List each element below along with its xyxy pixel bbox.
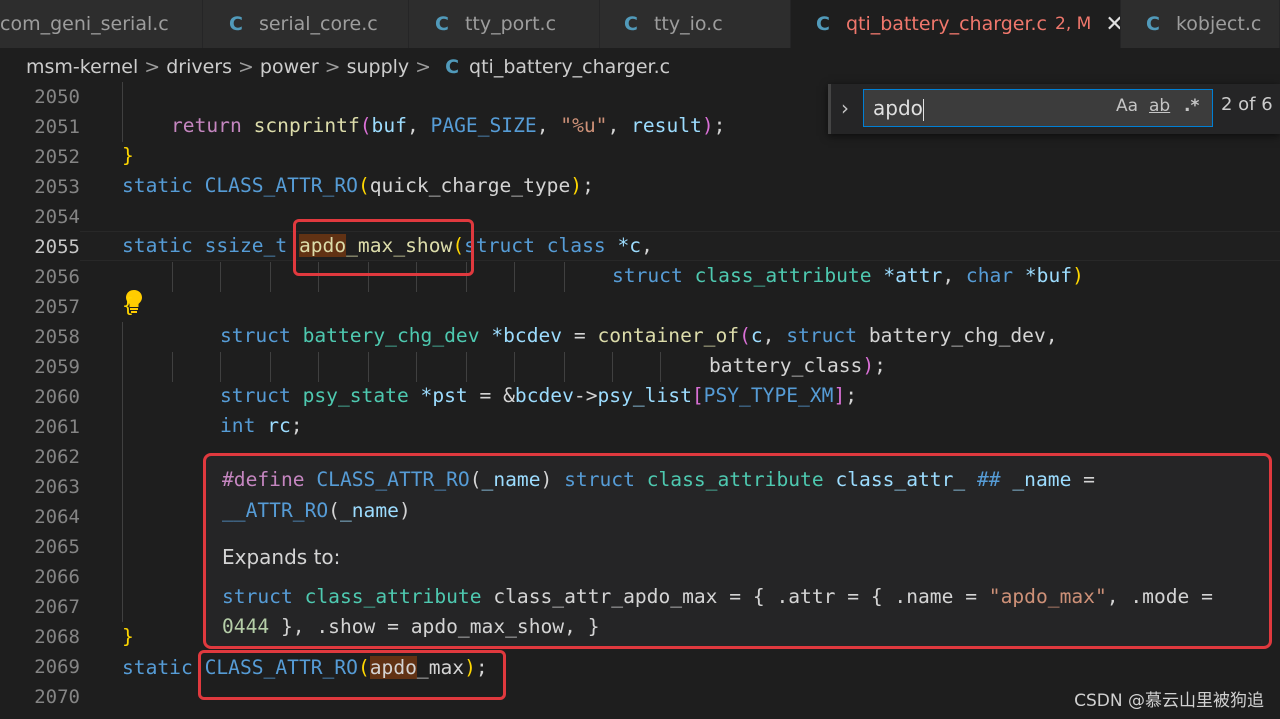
tab-tty-port[interactable]: C tty_port.c: [409, 0, 600, 48]
breadcrumb-item[interactable]: power: [260, 56, 319, 78]
line-number: 2061: [34, 416, 80, 438]
line-number: 2051: [34, 116, 80, 138]
code-line-2051: return scnprintf(buf, PAGE_SIZE, "%u", r…: [171, 114, 726, 137]
tab-label: com_geni_serial.c: [0, 13, 169, 35]
chevron-right-icon: >: [144, 56, 161, 78]
c-file-icon: C: [435, 13, 449, 35]
c-file-icon: C: [1146, 13, 1160, 35]
line-number: 2054: [34, 206, 80, 228]
indent-guide: [514, 262, 515, 292]
chevron-right-icon: >: [415, 56, 432, 78]
line-number: 2050: [34, 86, 80, 108]
code-line-2053: static CLASS_ATTR_RO(quick_charge_type);: [122, 174, 594, 197]
line-number: 2070: [34, 686, 80, 708]
tab-tty-io[interactable]: C tty_io.c: [600, 0, 791, 48]
line-number: 2052: [34, 146, 80, 168]
indent-guide: [564, 262, 565, 292]
expansion-line-1: struct class_attribute class_attr_apdo_m…: [222, 585, 1213, 608]
line-number: 2053: [34, 176, 80, 198]
indent-guide: [122, 82, 123, 142]
indent-guide: [172, 352, 173, 382]
c-file-icon: C: [816, 13, 830, 35]
code-line-2058: struct battery_chg_dev *bcdev = containe…: [220, 324, 1058, 347]
indent-guide: [270, 352, 271, 382]
close-icon[interactable]: ✕: [1105, 12, 1120, 37]
expands-to-label: Expands to:: [222, 545, 341, 569]
line-number: 2058: [34, 326, 80, 348]
tab-serial-core[interactable]: C serial_core.c: [203, 0, 409, 48]
line-number: 2065: [34, 536, 80, 558]
breadcrumb-item[interactable]: drivers: [166, 56, 232, 78]
modified-indicator: 2, M: [1055, 14, 1092, 34]
tab-label: serial_core.c: [258, 13, 378, 35]
indent-guide: [660, 352, 661, 382]
indent-guide: [270, 262, 271, 292]
define-line-1: #define CLASS_ATTR_RO(_name) struct clas…: [222, 468, 1095, 491]
line-number: 2069: [34, 656, 80, 678]
indent-guide: [318, 352, 319, 382]
code-line-2060: struct psy_state *pst = &bcdev->psy_list…: [220, 384, 858, 407]
indent-guide: [564, 352, 565, 382]
tab-label: tty_io.c: [653, 13, 723, 35]
c-file-icon: C: [624, 13, 638, 35]
tab-kobject[interactable]: C kobject.c: [1121, 0, 1280, 48]
breadcrumb-item[interactable]: supply: [347, 56, 410, 78]
c-file-icon: C: [445, 56, 460, 78]
macro-hover-popup: #define CLASS_ATTR_RO(_name) struct clas…: [203, 453, 1272, 649]
line-number: 2059: [34, 356, 80, 378]
code-line-2052: }: [122, 144, 134, 167]
annotation-box-class-attr-ro: [198, 650, 506, 700]
tab-bar: com_geni_serial.c C serial_core.c C tty_…: [0, 0, 1280, 48]
line-number: 2060: [34, 386, 80, 408]
tab-label: kobject.c: [1175, 13, 1262, 35]
indent-guide: [514, 352, 515, 382]
line-number: 2067: [34, 596, 80, 618]
tab-label: qti_battery_charger.c: [845, 13, 1048, 35]
indent-guide: [220, 352, 221, 382]
whole-word-icon[interactable]: ab: [1149, 92, 1170, 120]
find-widget: › apdo Aa ab .* 2 of 6: [828, 84, 1280, 134]
indent-guide: [416, 352, 417, 382]
indent-guide: [466, 352, 467, 382]
indent-guide: [368, 352, 369, 382]
line-number: 2063: [34, 476, 80, 498]
code-line-2057: {: [122, 294, 134, 317]
line-number: 2057: [34, 296, 80, 318]
code-line-2059: battery_class);: [709, 354, 886, 377]
breadcrumb: msm-kernel > drivers > power > supply > …: [0, 48, 1280, 86]
tab-com-geni-serial[interactable]: com_geni_serial.c: [0, 0, 203, 48]
chevron-right-icon[interactable]: ›: [841, 96, 849, 120]
breadcrumb-item[interactable]: qti_battery_charger.c: [469, 56, 670, 78]
watermark: CSDN @慕云山里被狗追: [1074, 691, 1264, 711]
annotation-box-apdo-max-show: [293, 219, 474, 276]
line-number: 2064: [34, 506, 80, 528]
indent-guide: [220, 262, 221, 292]
define-line-2: __ATTR_RO(_name): [222, 499, 411, 522]
line-number-current: 2055: [34, 236, 80, 258]
match-case-icon[interactable]: Aa: [1116, 92, 1138, 120]
regex-icon[interactable]: .*: [1184, 92, 1199, 120]
code-line-2056: struct class_attribute *attr, char *buf): [612, 264, 1084, 287]
find-result-count: 2 of 6: [1221, 94, 1273, 115]
line-number: 2062: [34, 446, 80, 468]
chevron-right-icon: >: [324, 56, 341, 78]
indent-guide: [122, 322, 123, 622]
code-line-2061: int rc;: [220, 414, 303, 437]
tab-label: tty_port.c: [464, 13, 557, 35]
chevron-right-icon: >: [238, 56, 254, 78]
c-file-icon: C: [229, 13, 243, 35]
line-number: 2066: [34, 566, 80, 588]
indent-guide: [612, 352, 613, 382]
tab-qti-battery-charger[interactable]: C qti_battery_charger.c 2, M ✕: [791, 0, 1121, 48]
expansion-line-2: 0444 }, .show = apdo_max_show, }: [222, 615, 600, 638]
breadcrumb-item[interactable]: msm-kernel: [26, 56, 138, 78]
line-number: 2068: [34, 626, 80, 648]
indent-guide: [172, 262, 173, 292]
code-line-2068: }: [122, 625, 134, 648]
line-number: 2056: [34, 266, 80, 288]
